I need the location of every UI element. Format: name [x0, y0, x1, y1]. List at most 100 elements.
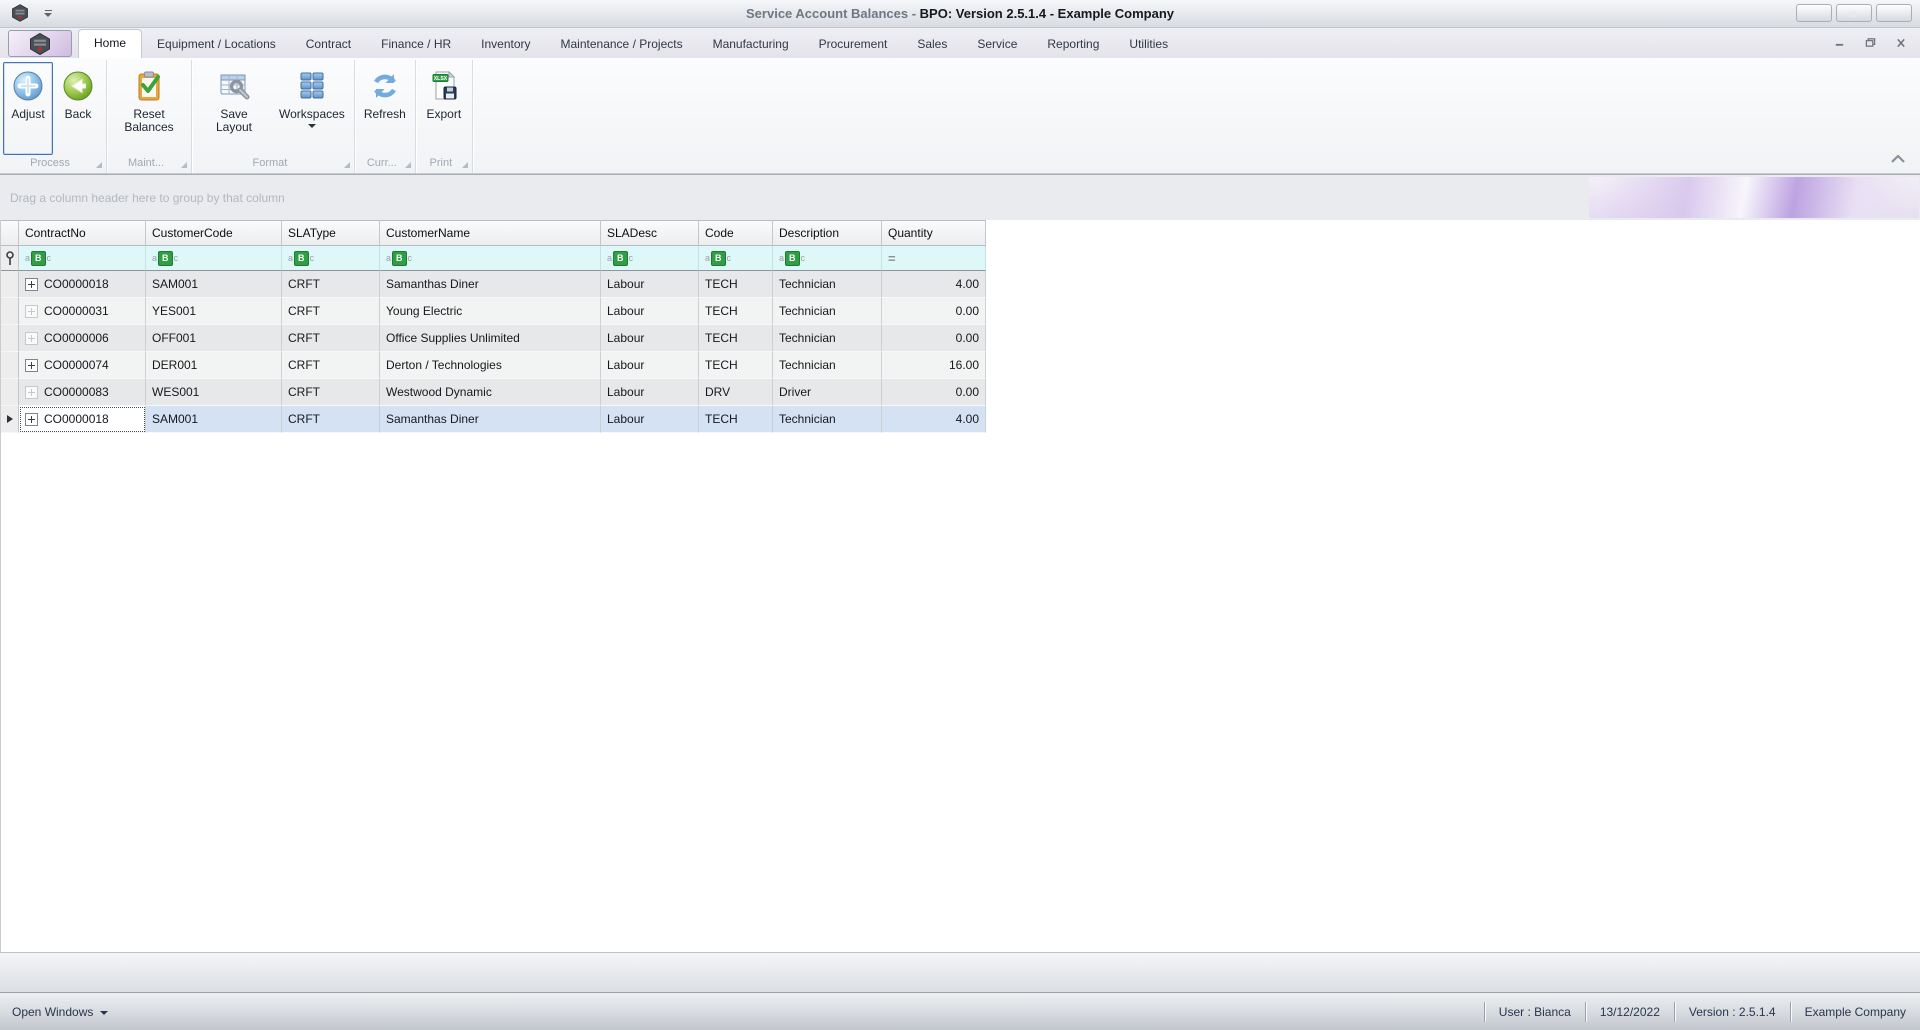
cell-contractno-focused[interactable]: CO0000018 — [19, 406, 146, 433]
collapse-ribbon-chevron-icon[interactable] — [1890, 153, 1906, 165]
tab-home[interactable]: Home — [78, 29, 143, 58]
cell-customername[interactable]: Samanthas Diner — [380, 406, 601, 433]
cell-code[interactable]: TECH — [699, 298, 773, 325]
customize-quick-access-icon[interactable] — [44, 9, 52, 17]
restore-button[interactable] — [1836, 4, 1872, 22]
column-header-sladesc[interactable]: SLADesc — [601, 220, 699, 246]
filter-contractno[interactable]: aBc — [19, 246, 146, 271]
tab-inventory[interactable]: Inventory — [466, 30, 545, 58]
tab-sales[interactable]: Sales — [902, 30, 962, 58]
back-button[interactable]: Back — [53, 62, 103, 155]
cell-description[interactable]: Technician — [773, 352, 882, 379]
cell-slatype[interactable]: CRFT — [282, 406, 380, 433]
column-header-customercode[interactable]: CustomerCode — [146, 220, 282, 246]
filter-customercode[interactable]: aBc — [146, 246, 282, 271]
tab-contract[interactable]: Contract — [291, 30, 366, 58]
cell-code[interactable]: TECH — [699, 271, 773, 298]
cell-customercode[interactable]: DER001 — [146, 352, 282, 379]
cell-code[interactable]: TECH — [699, 325, 773, 352]
cell-code[interactable]: DRV — [699, 379, 773, 406]
cell-customername[interactable]: Westwood Dynamic — [380, 379, 601, 406]
cell-customercode[interactable]: SAM001 — [146, 271, 282, 298]
column-header-slatype[interactable]: SLAType — [282, 220, 380, 246]
column-header-description[interactable]: Description — [773, 220, 882, 246]
table-row[interactable]: CO0000083 WES001 CRFT Westwood Dynamic L… — [1, 379, 987, 406]
cell-customercode[interactable]: WES001 — [146, 379, 282, 406]
tab-procurement[interactable]: Procurement — [804, 30, 903, 58]
reset-balances-button[interactable]: Reset Balances — [110, 62, 188, 155]
cell-sladesc[interactable]: Labour — [601, 379, 699, 406]
minimize-button[interactable] — [1796, 4, 1832, 22]
expand-icon[interactable] — [25, 412, 38, 426]
app-logo-icon[interactable] — [10, 3, 30, 23]
child-minimize-icon[interactable] — [1834, 38, 1845, 48]
cell-sladesc[interactable]: Labour — [601, 352, 699, 379]
expand-icon[interactable] — [25, 277, 38, 291]
cell-contractno[interactable]: CO0000074 — [19, 352, 146, 379]
cell-contractno[interactable]: CO0000083 — [19, 379, 146, 406]
dialog-launcher-icon[interactable] — [404, 162, 411, 168]
filter-code[interactable]: aBc — [699, 246, 773, 271]
cell-slatype[interactable]: CRFT — [282, 352, 380, 379]
column-header-customername[interactable]: CustomerName — [380, 220, 601, 246]
dialog-launcher-icon[interactable] — [181, 162, 187, 168]
tab-manufacturing[interactable]: Manufacturing — [698, 30, 804, 58]
table-row[interactable]: CO0000031 YES001 CRFT Young Electric Lab… — [1, 298, 987, 325]
tab-finance-hr[interactable]: Finance / HR — [366, 30, 466, 58]
cell-quantity[interactable]: 16.00 — [882, 352, 986, 379]
workspaces-button[interactable]: Workspaces — [273, 62, 351, 155]
tab-utilities[interactable]: Utilities — [1114, 30, 1183, 58]
cell-quantity[interactable]: 0.00 — [882, 379, 986, 406]
dialog-launcher-icon[interactable] — [96, 162, 102, 168]
dialog-launcher-icon[interactable] — [343, 162, 350, 168]
cell-sladesc[interactable]: Labour — [601, 271, 699, 298]
column-header-code[interactable]: Code — [699, 220, 773, 246]
tab-equipment-locations[interactable]: Equipment / Locations — [142, 30, 291, 58]
filter-quantity[interactable]: = — [882, 246, 986, 271]
table-row[interactable]: CO0000074 DER001 CRFT Derton / Technolog… — [1, 352, 987, 379]
open-windows-button[interactable]: Open Windows — [0, 1005, 109, 1019]
cell-slatype[interactable]: CRFT — [282, 325, 380, 352]
cell-code[interactable]: TECH — [699, 352, 773, 379]
cell-description[interactable]: Technician — [773, 271, 882, 298]
cell-customercode[interactable]: YES001 — [146, 298, 282, 325]
cell-contractno[interactable]: CO0000006 — [19, 325, 146, 352]
cell-description[interactable]: Technician — [773, 325, 882, 352]
column-header-contractno[interactable]: ContractNo — [19, 220, 146, 246]
cell-customercode[interactable]: OFF001 — [146, 325, 282, 352]
filter-customername[interactable]: aBc — [380, 246, 601, 271]
tab-service[interactable]: Service — [962, 30, 1032, 58]
close-button[interactable] — [1876, 4, 1912, 22]
cell-contractno[interactable]: CO0000018 — [19, 271, 146, 298]
cell-customername[interactable]: Derton / Technologies — [380, 352, 601, 379]
filter-slatype[interactable]: aBc — [282, 246, 380, 271]
cell-code[interactable]: TECH — [699, 406, 773, 433]
refresh-button[interactable]: Refresh — [358, 62, 412, 155]
cell-description[interactable]: Technician — [773, 406, 882, 433]
filter-description[interactable]: aBc — [773, 246, 882, 271]
cell-sladesc[interactable]: Labour — [601, 325, 699, 352]
cell-description[interactable]: Driver — [773, 379, 882, 406]
cell-description[interactable]: Technician — [773, 298, 882, 325]
cell-sladesc[interactable]: Labour — [601, 406, 699, 433]
dialog-launcher-icon[interactable] — [461, 162, 468, 168]
table-row[interactable]: CO0000006 OFF001 CRFT Office Supplies Un… — [1, 325, 987, 352]
export-button[interactable]: XLSX Export — [419, 62, 469, 155]
column-header-quantity[interactable]: Quantity — [882, 220, 986, 246]
tab-reporting[interactable]: Reporting — [1032, 30, 1114, 58]
cell-contractno[interactable]: CO0000031 — [19, 298, 146, 325]
adjust-button[interactable]: Adjust — [3, 62, 53, 155]
expand-icon[interactable] — [25, 358, 38, 372]
cell-quantity[interactable]: 0.00 — [882, 325, 986, 352]
cell-slatype[interactable]: CRFT — [282, 271, 380, 298]
cell-customercode[interactable]: SAM001 — [146, 406, 282, 433]
cell-slatype[interactable]: CRFT — [282, 298, 380, 325]
table-row-selected[interactable]: CO0000018 SAM001 CRFT Samanthas Diner La… — [1, 406, 987, 433]
cell-quantity[interactable]: 4.00 — [882, 406, 986, 433]
tab-maintenance-projects[interactable]: Maintenance / Projects — [546, 30, 698, 58]
filter-pin-cell[interactable] — [1, 246, 19, 271]
cell-customername[interactable]: Office Supplies Unlimited — [380, 325, 601, 352]
cell-sladesc[interactable]: Labour — [601, 298, 699, 325]
filter-sladesc[interactable]: aBc — [601, 246, 699, 271]
application-button[interactable] — [8, 30, 72, 57]
